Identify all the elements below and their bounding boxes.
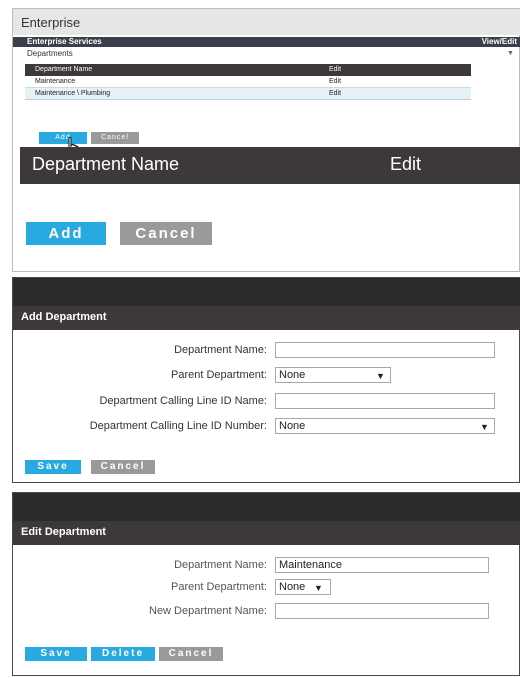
- enterprise-services-bar: Enterprise Services View/Edit: [13, 37, 520, 47]
- calling-line-id-name-input[interactable]: [275, 393, 495, 409]
- department-name-input[interactable]: [275, 342, 495, 358]
- parent-department-select[interactable]: None ▼: [275, 579, 331, 595]
- chevron-down-icon: ▼: [314, 583, 323, 593]
- department-name-label: Department Name:: [174, 559, 267, 571]
- chevron-down-icon: ▼: [376, 371, 385, 381]
- zoomed-cancel-button[interactable]: Cancel: [120, 222, 212, 245]
- table-row: Maintenance Edit: [25, 76, 471, 88]
- new-department-name-input[interactable]: [275, 603, 489, 619]
- column-header-department-name: Department Name: [35, 66, 93, 73]
- calling-line-id-number-value: None: [279, 420, 306, 432]
- view-edit-link[interactable]: View/Edit: [482, 37, 517, 47]
- parent-department-select[interactable]: None ▼: [275, 367, 391, 383]
- chevron-down-icon: ▼: [480, 422, 489, 432]
- cancel-button[interactable]: Cancel: [91, 460, 155, 474]
- enterprise-services-label: Enterprise Services: [27, 37, 102, 46]
- column-header-edit: Edit: [329, 66, 342, 73]
- parent-department-value: None: [279, 581, 306, 593]
- cancel-button[interactable]: Cancel: [159, 647, 223, 661]
- departments-table: Department Name Edit Maintenance Edit Ma…: [25, 64, 471, 100]
- save-button[interactable]: Save: [25, 647, 87, 661]
- department-name-cell: Maintenance: [35, 78, 76, 85]
- collapse-arrow-icon[interactable]: ▼: [507, 50, 514, 57]
- department-name-input[interactable]: Maintenance: [275, 557, 489, 573]
- zoomed-column-edit: Edit: [390, 154, 422, 174]
- enterprise-header: Enterprise: [13, 9, 520, 35]
- department-name-label: Department Name:: [174, 344, 267, 356]
- add-department-panel: Add Department Department Name: Parent D…: [12, 277, 520, 483]
- edit-link[interactable]: Edit: [329, 88, 341, 100]
- edit-department-title: Edit Department: [21, 526, 106, 538]
- calling-line-id-number-label: Department Calling Line ID Number:: [89, 420, 267, 432]
- parent-department-label: Parent Department:: [171, 581, 267, 593]
- add-department-header: Add Department: [13, 306, 520, 330]
- table-row: Maintenance \ Plumbing Edit: [25, 88, 471, 100]
- enterprise-title: Enterprise: [21, 15, 81, 30]
- panel-frame: [13, 493, 520, 521]
- calling-line-id-number-select[interactable]: None ▼: [275, 418, 495, 434]
- calling-line-id-name-label: Department Calling Line ID Name:: [99, 395, 267, 407]
- delete-button[interactable]: Delete: [91, 647, 155, 661]
- add-department-title: Add Department: [21, 311, 107, 323]
- department-name-cell: Maintenance \ Plumbing: [35, 90, 111, 97]
- table-header-row: Department Name Edit: [25, 64, 471, 76]
- zoomed-column-department-name: Department Name: [32, 154, 180, 174]
- new-department-name-label: New Department Name:: [149, 605, 267, 617]
- edit-link[interactable]: Edit: [329, 76, 341, 88]
- edit-department-header: Edit Department: [13, 521, 520, 545]
- parent-department-label: Parent Department:: [171, 369, 267, 381]
- panel-frame: [13, 278, 520, 306]
- departments-section-label: Departments: [27, 49, 73, 58]
- edit-department-panel: Edit Department Department Name: Mainten…: [12, 492, 520, 676]
- zoomed-table-header: Department Name Edit: [20, 147, 520, 184]
- zoomed-add-button[interactable]: Add: [26, 222, 106, 245]
- cancel-button[interactable]: Cancel: [91, 132, 139, 144]
- parent-department-value: None: [279, 369, 306, 381]
- save-button[interactable]: Save: [25, 460, 81, 474]
